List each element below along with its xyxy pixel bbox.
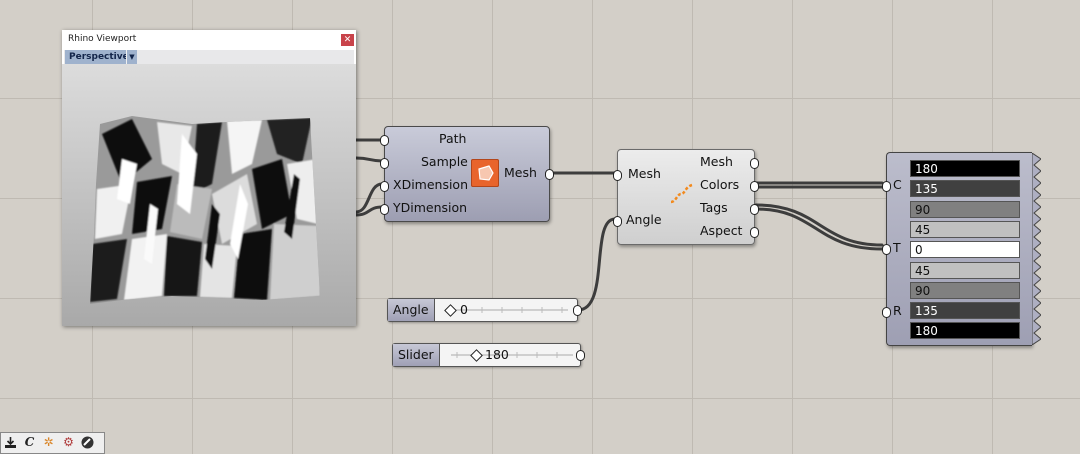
input-ydimension-grip[interactable] [380,204,389,215]
color-value-cell: 135 [910,180,1020,198]
wire-angle [576,217,617,312]
mesh-analysis-component[interactable]: Mesh Angle Mesh Colors Tags Aspect [613,149,759,245]
input-xdimension-grip[interactable] [380,181,389,192]
port-t-grip[interactable] [882,244,891,255]
terrain-mesh-render [90,116,320,304]
output-colors-grip[interactable] [750,181,759,192]
port-r-grip[interactable] [882,307,891,318]
angle-slider-value: 0 [460,302,468,317]
rhino-viewport-window[interactable]: Rhino Viewport ✕ Perspective ▼ [62,30,356,326]
color-value-cell: 0 [910,241,1020,259]
output-colors-label: Colors [700,177,740,192]
sparkle-icon[interactable]: ✲ [41,435,56,450]
input-angle-grip[interactable] [613,216,622,227]
panel-torn-edge [1032,153,1041,345]
gear-grid-icon[interactable]: ⚙ [61,435,76,450]
sine-wave-icon [670,183,693,204]
port-c-label: C [893,177,902,192]
output-mesh-label: Mesh [700,154,733,169]
close-icon[interactable]: ✕ [341,34,354,46]
output-aspect-grip[interactable] [750,227,759,238]
value-slider[interactable]: Slider 180 [392,343,585,367]
angle-slider-output-grip[interactable] [573,305,582,316]
color-tag-panel[interactable]: C T R 180 135 90 45 0 45 90 135 180 [882,152,1041,346]
value-slider-label: Slider [393,344,440,366]
input-path-label: Path [439,131,467,146]
input-sample-label: Sample [421,154,468,169]
input-mesh-label: Mesh [628,166,661,181]
color-value-cell: 45 [910,220,1020,238]
color-value-cell: 180 [910,160,1020,177]
chevron-down-icon[interactable]: ▼ [126,50,137,64]
output-mesh-label: Mesh [504,165,537,180]
disc-icon[interactable] [80,435,95,450]
input-ydimension-label: YDimension [393,200,468,215]
script-c-icon[interactable]: C [22,435,37,450]
download-icon[interactable] [3,435,18,450]
canvas-toolbar: C ✲ ⚙ [0,432,105,454]
color-value-cell: 45 [910,261,1020,279]
input-sample-grip[interactable] [380,158,389,169]
value-slider-value: 180 [485,347,509,362]
input-path-grip[interactable] [380,135,389,146]
wire-sample [354,156,384,163]
slider-track [451,352,573,358]
color-value-cell: 90 [910,281,1020,299]
port-t-label: T [893,240,901,255]
terrain-mesh-component[interactable]: Path Sample XDimension YDimension Mesh [380,126,554,222]
viewport-tab-row: Perspective ▼ [64,50,354,64]
value-slider-output-grip[interactable] [576,350,585,361]
output-aspect-label: Aspect [700,223,743,238]
output-tags-label: Tags [700,200,728,215]
color-value-cell: 90 [910,200,1020,218]
port-r-label: R [893,303,902,318]
input-mesh-grip[interactable] [613,170,622,181]
angle-slider[interactable]: Angle 0 [387,298,582,322]
viewport-title: Rhino Viewport [68,34,137,44]
perspective-tab[interactable]: Perspective [65,50,133,64]
viewport-canvas[interactable] [62,64,356,326]
color-value-cell: 135 [910,302,1020,320]
port-c-grip[interactable] [882,181,891,192]
color-value-cell: 180 [910,322,1020,340]
output-tags-grip[interactable] [750,204,759,215]
output-mesh-grip[interactable] [545,169,554,180]
input-angle-label: Angle [626,212,662,227]
input-xdimension-label: XDimension [393,177,469,192]
output-mesh-grip[interactable] [750,158,759,169]
terrain-mesh-icon [471,159,499,187]
angle-slider-label: Angle [388,299,435,321]
